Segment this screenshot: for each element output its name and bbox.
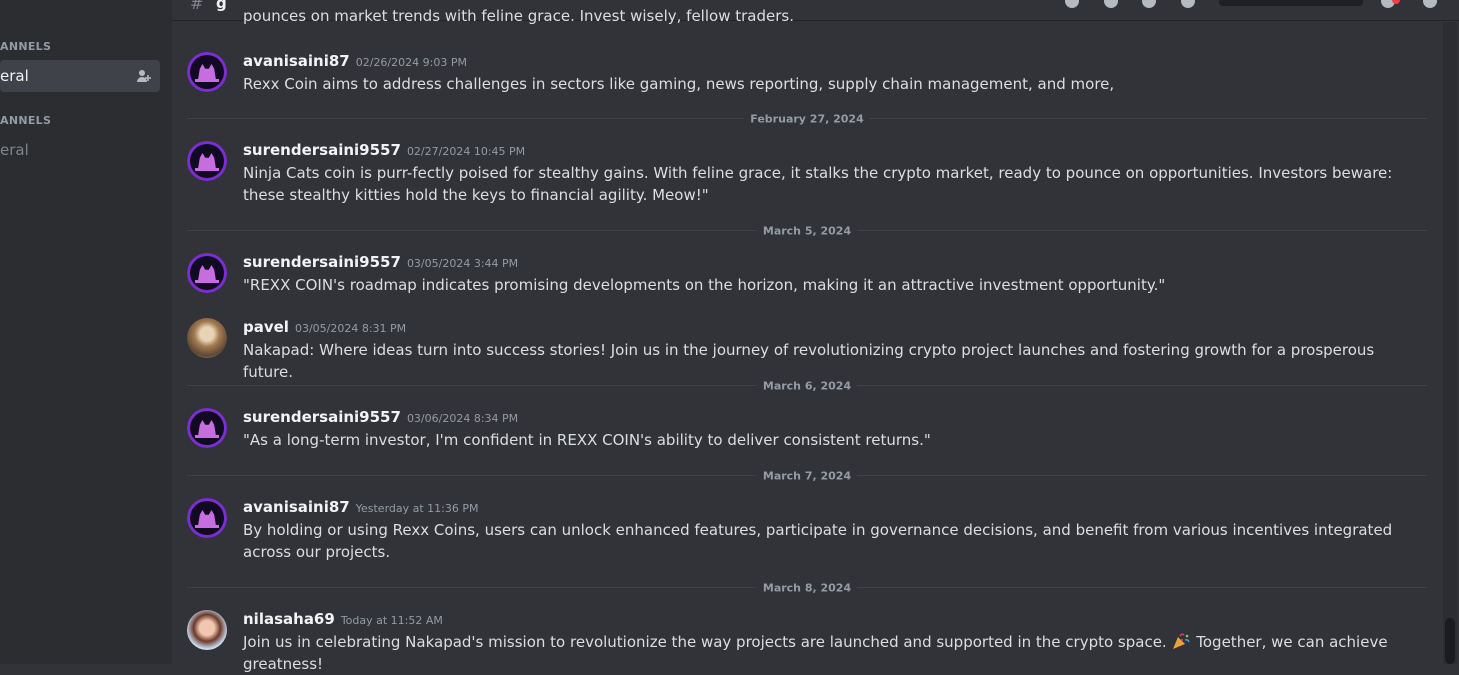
scrollbar[interactable] (1443, 22, 1457, 664)
message-text: By holding or using Rexx Coins, users ca… (243, 521, 1393, 561)
channel-item-selected[interactable]: eral (0, 60, 160, 92)
username[interactable]: surendersaini9557 (243, 408, 401, 426)
date-divider-label: March 7, 2024 (756, 469, 858, 483)
user-avatar[interactable] (187, 141, 227, 181)
username[interactable]: surendersaini9557 (243, 253, 401, 271)
date-divider: March 7, 2024 (187, 469, 1427, 483)
party-popper-icon[interactable] (1171, 632, 1191, 650)
message-text: Rexx Coin aims to address challenges in … (243, 75, 1115, 93)
channel-title: g (216, 0, 227, 12)
notification-dot (1392, 0, 1400, 4)
channel-item[interactable]: eral (0, 134, 160, 166)
timestamp: 03/05/2024 3:44 PM (406, 257, 519, 270)
timestamp: 03/05/2024 8:31 PM (294, 322, 407, 335)
user-avatar[interactable] (187, 52, 227, 92)
message-text: Ninja Cats coin is purr-fectly poised fo… (243, 164, 1393, 204)
username[interactable]: nilasaha69 (243, 610, 335, 628)
username[interactable]: avanisaini87 (243, 498, 350, 516)
message-text-part: Join us in celebrating Nakapad's mission… (243, 633, 1167, 651)
members-icon[interactable] (1181, 0, 1195, 8)
date-divider: February 27, 2024 (187, 112, 1427, 126)
date-divider-label: March 5, 2024 (756, 224, 858, 238)
timestamp: Yesterday at 11:36 PM (355, 502, 479, 515)
help-icon[interactable] (1423, 0, 1437, 8)
channel-label: eral (0, 141, 29, 159)
date-divider: March 8, 2024 (187, 581, 1427, 595)
mute-icon[interactable] (1104, 0, 1118, 8)
search-input[interactable] (1219, 0, 1363, 6)
channel-hash-icon: # (190, 0, 204, 13)
user-avatar[interactable] (187, 610, 227, 650)
date-divider: March 6, 2024 (187, 379, 1427, 393)
timestamp: 03/06/2024 8:34 PM (406, 412, 519, 425)
message-text: "REXX COIN's roadmap indicates promising… (243, 276, 1166, 294)
user-avatar[interactable] (187, 318, 227, 358)
date-divider-label: March 8, 2024 (756, 581, 858, 595)
username[interactable]: surendersaini9557 (243, 141, 401, 159)
category-header[interactable]: ANNELS (0, 114, 51, 127)
message-list: avanisaini87 02/26/2024 9:03 PM Rexx Coin… (172, 20, 1443, 673)
date-divider: March 5, 2024 (187, 224, 1427, 238)
message-text: Join us in celebrating Nakapad's mission… (243, 631, 1393, 675)
timestamp: 02/27/2024 10:45 PM (406, 145, 526, 158)
user-avatar[interactable] (187, 498, 227, 538)
scrollbar-thumb[interactable] (1445, 618, 1455, 664)
date-divider-label: March 6, 2024 (756, 379, 858, 393)
add-user-icon[interactable] (136, 68, 152, 84)
username[interactable]: avanisaini87 (243, 52, 350, 70)
user-avatar[interactable] (187, 408, 227, 448)
user-avatar[interactable] (187, 253, 227, 293)
channel-sidebar: ANNELS eral ANNELS eral (0, 0, 172, 664)
message-text: Nakapad: Where ideas turn into success s… (243, 341, 1375, 381)
message-text: "As a long-term investor, I'm confident … (243, 431, 931, 449)
category-header[interactable]: ANNELS (0, 40, 51, 53)
timestamp: 02/26/2024 9:03 PM (355, 56, 467, 69)
timestamp: Today at 11:52 AM (340, 614, 443, 627)
date-divider-label: February 27, 2024 (744, 112, 870, 126)
threads-icon[interactable] (1065, 0, 1079, 8)
username[interactable]: pavel (243, 318, 289, 336)
channel-label: eral (0, 67, 29, 85)
pin-icon[interactable] (1142, 0, 1156, 8)
